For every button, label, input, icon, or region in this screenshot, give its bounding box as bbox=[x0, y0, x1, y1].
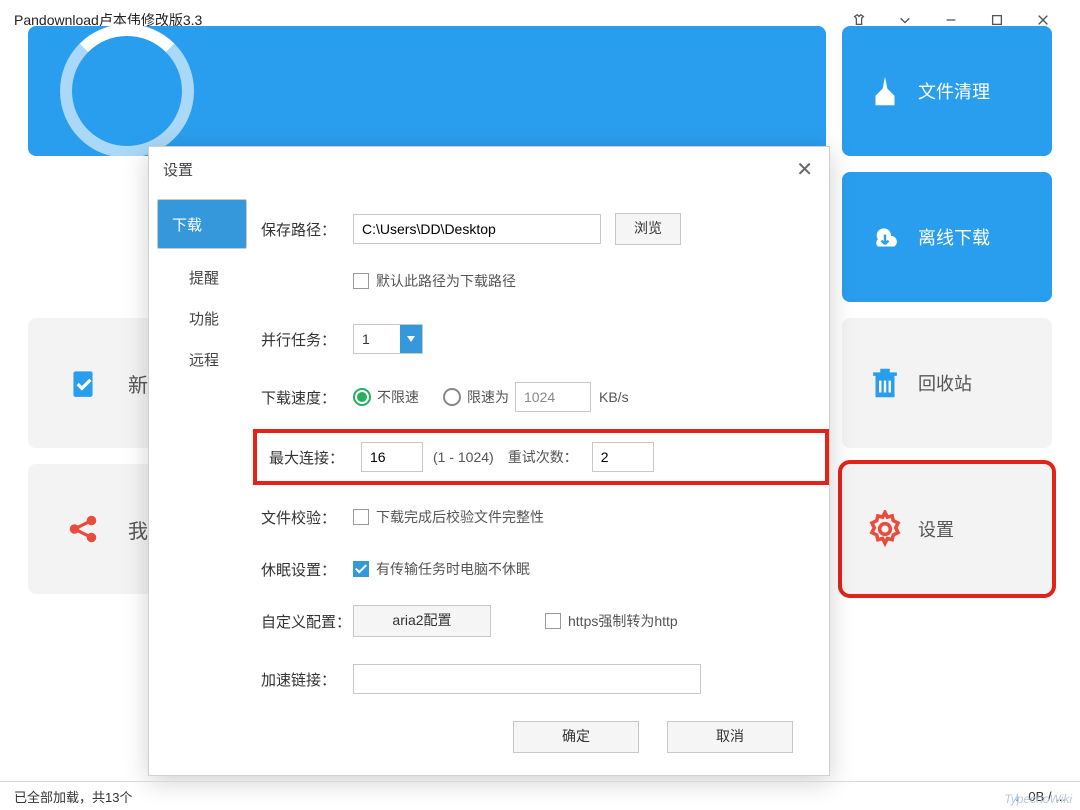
max-conn-range: (1 - 1024) bbox=[433, 449, 494, 465]
parallel-label: 并行任务： bbox=[259, 329, 353, 350]
custom-label: 自定义配置： bbox=[259, 611, 353, 632]
settings-dialog: 设置 ✕ 下载 提醒 功能 远程 保存路径： 浏览 默认此路 bbox=[148, 146, 830, 776]
speed-unlimit-radio[interactable] bbox=[353, 388, 371, 406]
cancel-button[interactable]: 取消 bbox=[667, 721, 793, 753]
sidenav-remind[interactable]: 提醒 bbox=[149, 257, 259, 298]
status-text: 已全部加载，共13个 bbox=[14, 787, 132, 806]
tile-big-primary[interactable] bbox=[28, 26, 826, 156]
tile-file-clean[interactable]: 文件清理 bbox=[842, 26, 1052, 156]
retry-label: 重试次数： bbox=[508, 447, 578, 467]
save-path-label: 保存路径： bbox=[259, 219, 353, 240]
trash-icon bbox=[866, 364, 904, 402]
caret-down-icon bbox=[400, 325, 422, 353]
save-path-input[interactable] bbox=[353, 214, 601, 244]
default-path-label: 默认此路径为下载路径 bbox=[376, 271, 516, 291]
status-bar: 已全部加载，共13个 ↓ 0B / ... bbox=[0, 781, 1080, 810]
cloud-download-icon bbox=[866, 218, 904, 256]
default-path-checkbox[interactable] bbox=[353, 273, 369, 289]
max-conn-input[interactable] bbox=[361, 442, 423, 472]
broom-icon bbox=[866, 72, 904, 110]
tile-recycle-bin[interactable]: 回收站 bbox=[842, 318, 1052, 448]
verify-checkbox[interactable] bbox=[353, 509, 369, 525]
sidenav-function[interactable]: 功能 bbox=[149, 298, 259, 339]
accel-input[interactable] bbox=[353, 664, 701, 694]
sidenav-remote[interactable]: 远程 bbox=[149, 339, 259, 380]
clipboard-check-icon bbox=[60, 360, 106, 406]
settings-form: 保存路径： 浏览 默认此路径为下载路径 并行任务： 1 bbox=[259, 191, 829, 705]
parallel-select[interactable]: 1 bbox=[353, 324, 423, 354]
settings-sidenav: 下载 提醒 功能 远程 bbox=[149, 191, 259, 705]
watermark: TypechoWiki bbox=[1004, 792, 1072, 806]
sidenav-download[interactable]: 下载 bbox=[157, 199, 247, 249]
sleep-label: 休眠设置： bbox=[259, 559, 353, 580]
aria2-button[interactable]: aria2配置 bbox=[353, 605, 491, 637]
browse-button[interactable]: 浏览 bbox=[615, 213, 681, 245]
speed-limit-radio[interactable] bbox=[443, 388, 461, 406]
max-conn-label: 最大连接： bbox=[267, 447, 361, 468]
gear-icon bbox=[866, 510, 904, 548]
sleep-checkbox[interactable] bbox=[353, 561, 369, 577]
verify-label: 文件校验： bbox=[259, 507, 353, 528]
tile-settings[interactable]: 设置 bbox=[842, 464, 1052, 594]
tile-offline-download[interactable]: 离线下载 bbox=[842, 172, 1052, 302]
dialog-close-button[interactable]: ✕ bbox=[788, 153, 821, 186]
share-icon bbox=[60, 506, 106, 552]
speed-label: 下载速度： bbox=[259, 387, 353, 408]
dialog-title: 设置 ✕ bbox=[149, 147, 829, 191]
force-http-checkbox[interactable] bbox=[545, 613, 561, 629]
retry-input[interactable] bbox=[592, 442, 654, 472]
accel-label: 加速链接： bbox=[259, 669, 353, 690]
ok-button[interactable]: 确定 bbox=[513, 721, 639, 753]
speed-limit-input[interactable] bbox=[515, 382, 591, 412]
